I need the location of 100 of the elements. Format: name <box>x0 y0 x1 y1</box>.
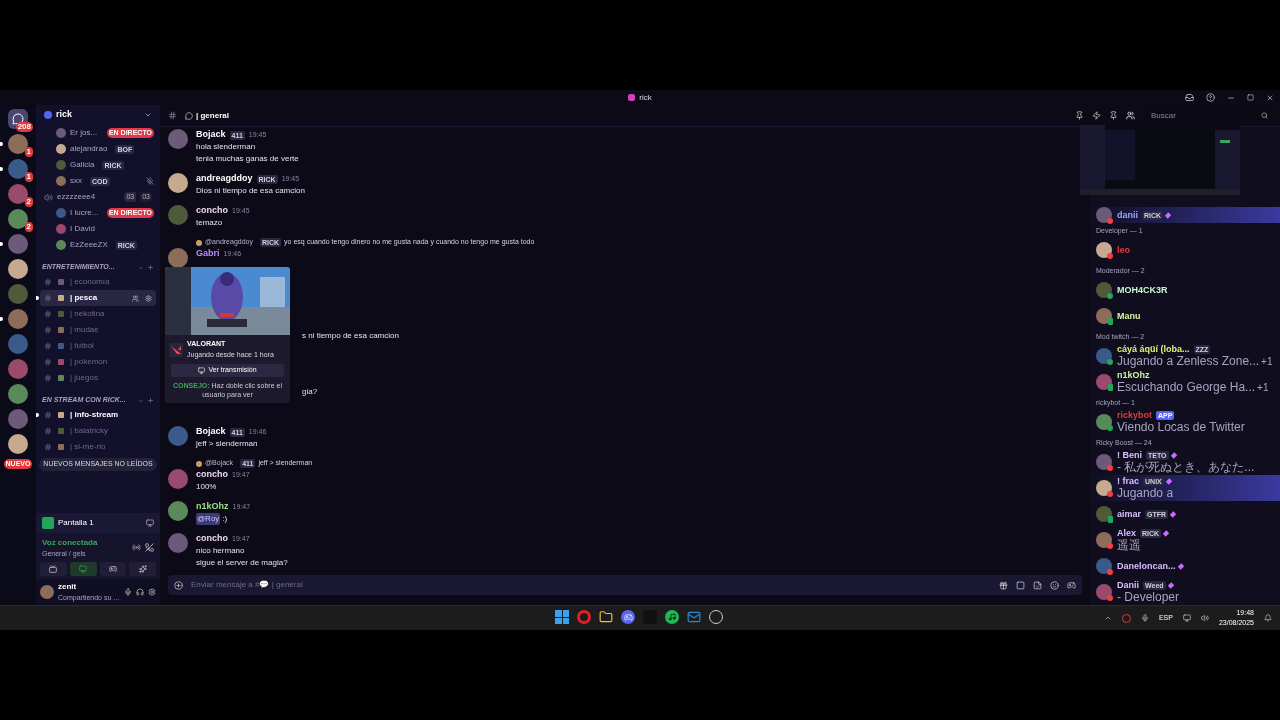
server-icon[interactable] <box>8 209 28 229</box>
mail-icon[interactable] <box>687 610 701 624</box>
members-icon[interactable] <box>1126 111 1135 120</box>
unread-pip <box>36 413 39 417</box>
member-item[interactable]: leo <box>1090 237 1280 263</box>
channel-item[interactable]: | economía <box>40 274 156 290</box>
member-item[interactable]: Daneloncan... <box>1090 553 1280 579</box>
search-icon <box>1261 112 1268 119</box>
voice-user-name[interactable]: Galicia <box>70 159 95 171</box>
disconnect-icon[interactable] <box>145 543 154 553</box>
voice-user-name[interactable]: Er jos... <box>70 127 98 139</box>
search-field[interactable]: Buscar <box>1147 108 1272 123</box>
close-icon[interactable] <box>1266 93 1274 102</box>
browser-icon[interactable] <box>577 610 591 624</box>
notification-icon[interactable] <box>1264 614 1272 622</box>
add-icon[interactable] <box>174 580 183 590</box>
author-name[interactable]: concho <box>196 532 228 546</box>
voice-user-name[interactable]: I David <box>70 223 95 235</box>
member-item[interactable]: Manu <box>1090 303 1280 329</box>
invite-icon[interactable] <box>132 294 139 302</box>
activity-text: Jugando a <box>1117 487 1174 500</box>
server-icon[interactable] <box>8 134 28 154</box>
message-input[interactable]: Enviar mensaje a #💬 | general <box>168 575 1082 595</box>
maximize-icon[interactable] <box>1247 94 1254 101</box>
stream-panel[interactable]: Pantalla 1 <box>36 512 160 533</box>
stream-icon <box>42 516 54 529</box>
voice-user-name[interactable]: sxx <box>70 175 82 187</box>
gamepad-icon[interactable] <box>1067 580 1076 590</box>
voice-user-name[interactable]: I lucre... <box>70 207 99 219</box>
avatar <box>168 501 188 521</box>
network-icon[interactable] <box>1182 614 1191 622</box>
member-name: Daneloncan... <box>1117 560 1176 572</box>
monitor-icon[interactable] <box>146 518 154 527</box>
help-icon[interactable] <box>1206 93 1215 102</box>
settings-icon[interactable] <box>145 294 152 302</box>
hash-icon <box>44 427 52 435</box>
soundboard-button[interactable] <box>129 562 156 576</box>
server-icon[interactable] <box>8 384 28 404</box>
avatar <box>1096 242 1112 258</box>
author-name[interactable]: andreagddoy <box>196 172 253 186</box>
boost-icon[interactable] <box>1092 111 1101 120</box>
inbox-icon[interactable] <box>1185 93 1194 102</box>
server-icon[interactable] <box>8 259 28 279</box>
avatar <box>1096 532 1112 548</box>
channel-item[interactable]: | nekotina <box>40 306 156 322</box>
sticker-icon[interactable] <box>1033 580 1042 590</box>
voice-user-name[interactable]: alejandrao <box>70 143 108 155</box>
channel-item[interactable]: | si-me-rio <box>40 439 156 455</box>
microphone-icon[interactable] <box>124 588 132 596</box>
member-item[interactable]: n1kOhz Escuchando George Ha... +1 <box>1090 369 1280 395</box>
author-name[interactable]: Gabri <box>196 247 220 261</box>
member-name: n1kOhz <box>1117 370 1150 381</box>
chevron-icon[interactable] <box>1103 614 1112 622</box>
settings-icon[interactable] <box>148 588 156 596</box>
message-text: tenia muchas ganas de verte <box>196 153 299 165</box>
channel-item[interactable]: | balatricky <box>40 423 156 439</box>
hash-icon <box>44 310 52 318</box>
activity-text: 遥遥 <box>1117 539 1141 552</box>
channel-item[interactable]: | futbol <box>40 338 156 354</box>
activity-button[interactable] <box>99 562 127 576</box>
member-item[interactable]: MOH4CK3R <box>1090 277 1280 303</box>
music-note-icon <box>668 613 676 621</box>
message-text: :) <box>222 513 228 525</box>
voice-channel-name[interactable]: ezzzzeee4 <box>57 191 121 203</box>
channel-item[interactable]: | pokemon <box>40 354 156 370</box>
chat-icon <box>12 113 24 125</box>
activity-count: +1 <box>1261 355 1273 368</box>
avatar <box>168 129 188 149</box>
chat-icon <box>185 111 193 120</box>
channel-item[interactable]: | juegos <box>40 370 156 386</box>
author-name[interactable]: Bojack <box>196 128 226 142</box>
author-name[interactable]: n1kOhz <box>196 500 229 514</box>
pin-icon[interactable] <box>1109 111 1118 120</box>
author-name[interactable]: Bojack <box>196 425 226 439</box>
mention[interactable]: @Roy <box>196 513 221 525</box>
volume-icon[interactable] <box>1200 614 1209 622</box>
add-channel-icon[interactable] <box>147 397 154 404</box>
server-icon[interactable] <box>8 159 28 179</box>
microphone-icon[interactable] <box>1140 614 1149 622</box>
emoji-icon[interactable] <box>1050 580 1059 590</box>
music-icon[interactable] <box>665 610 679 624</box>
channel-item[interactable]: | mudae <box>40 322 156 338</box>
headphones-icon[interactable] <box>136 588 144 596</box>
chat-app-icon[interactable] <box>621 610 635 624</box>
author-name[interactable]: concho <box>196 204 228 218</box>
add-channel-icon[interactable] <box>147 264 154 271</box>
folder-icon[interactable] <box>599 610 613 624</box>
author-name[interactable]: concho <box>196 468 228 482</box>
voice-user-name[interactable]: EzZeeeZX <box>70 239 108 251</box>
server-header[interactable]: rick <box>36 105 160 125</box>
noise-icon[interactable] <box>132 543 141 553</box>
camera-off-button[interactable] <box>40 562 67 576</box>
server-icon[interactable] <box>8 434 28 454</box>
gift-icon[interactable] <box>999 580 1008 590</box>
avatar <box>168 533 188 553</box>
channel-item[interactable]: | info-stream <box>40 407 156 423</box>
share-screen-button[interactable] <box>69 562 97 576</box>
server-icon[interactable] <box>8 184 28 204</box>
server-icon[interactable] <box>8 309 28 329</box>
start-icon[interactable] <box>555 610 569 624</box>
